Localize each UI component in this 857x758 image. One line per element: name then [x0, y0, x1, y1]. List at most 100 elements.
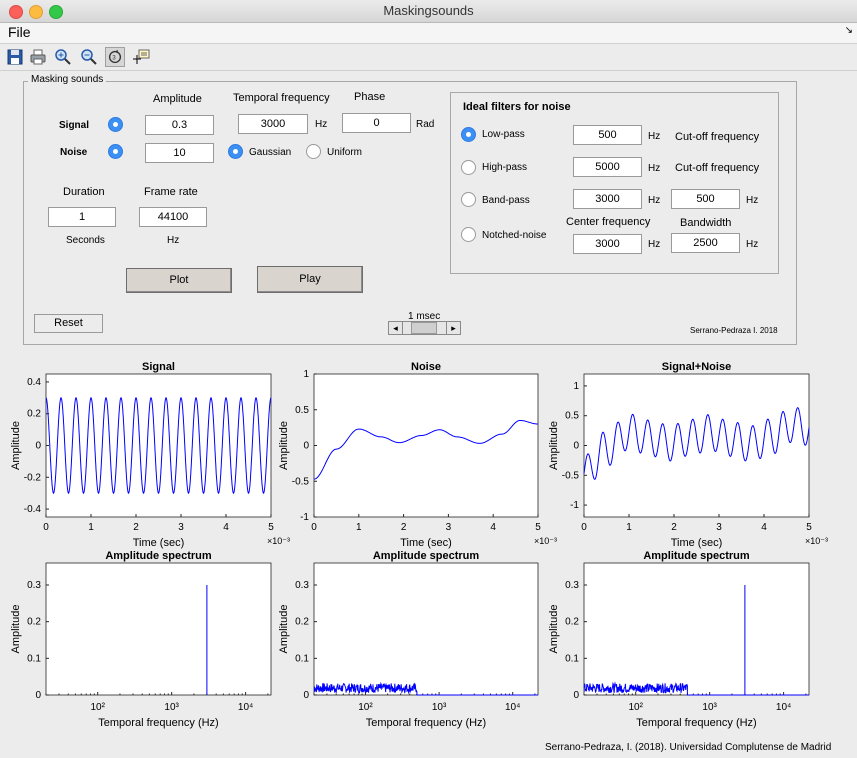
- chart-title: Amplitude spectrum: [105, 550, 212, 562]
- rotate-3d-icon[interactable]: 3: [105, 47, 125, 67]
- band-pass-bandwidth-field[interactable]: 500: [671, 189, 740, 209]
- y-tick-label: -0.4: [24, 504, 42, 515]
- y-tick-label: 1: [573, 381, 579, 392]
- chart-axes-box: [313, 562, 539, 696]
- low-pass-desc: Cut-off frequency: [675, 131, 760, 143]
- frame-rate-field[interactable]: 44100: [139, 207, 207, 227]
- chart-title: Signal: [142, 361, 175, 373]
- noise-amplitude-field[interactable]: 10: [145, 143, 214, 163]
- svg-text:3: 3: [112, 55, 116, 62]
- slider-left-arrow[interactable]: ◂: [389, 322, 403, 334]
- y-axis-label: Amplitude: [10, 421, 22, 470]
- slider-right-arrow[interactable]: ▸: [446, 322, 460, 334]
- duration-unit: Seconds: [66, 235, 105, 246]
- slider-thumb[interactable]: [411, 322, 437, 334]
- low-pass-unit: Hz: [648, 131, 661, 142]
- x-tick-label: 10³: [164, 702, 179, 713]
- window-title: Maskingsounds: [383, 3, 474, 18]
- x-tick-label: 5: [535, 522, 541, 533]
- signal-frequency-field[interactable]: 3000: [238, 114, 308, 134]
- duration-field[interactable]: 1: [48, 207, 116, 227]
- y-tick-label: 0.1: [27, 653, 41, 664]
- x-tick-label: 0: [581, 522, 587, 533]
- notched-noise-radio[interactable]: [461, 227, 476, 242]
- y-tick-label: -1: [570, 500, 579, 511]
- toolbar-toggle-icon[interactable]: ↘: [845, 25, 853, 36]
- signal-frequency-unit: Hz: [315, 119, 328, 130]
- x-tick-label: 5: [806, 522, 812, 533]
- x-tick-label: 4: [761, 522, 767, 533]
- signal-phase-field[interactable]: 0: [342, 113, 411, 133]
- y-tick-label: -0.5: [292, 476, 310, 487]
- low-pass-cutoff-field[interactable]: 500: [573, 125, 642, 145]
- high-pass-label: High-pass: [482, 162, 528, 173]
- low-pass-radio[interactable]: [461, 127, 476, 142]
- band-pass-radio[interactable]: [461, 192, 476, 207]
- band-pass-bandwidth-unit: Hz: [746, 195, 759, 206]
- gaussian-radio[interactable]: [228, 144, 243, 159]
- zoom-out-icon[interactable]: [79, 47, 99, 67]
- save-icon[interactable]: [5, 47, 25, 67]
- uniform-label: Uniform: [327, 147, 363, 158]
- center-frequency-label: Center frequency: [566, 216, 651, 228]
- y-tick-label: -1: [300, 512, 309, 523]
- chart-3: Signal+Noise Time (sec) Amplitude 0 1 2 3 4 5 ×10…: [548, 361, 828, 549]
- panel-title: Masking sounds: [28, 74, 107, 85]
- high-pass-desc: Cut-off frequency: [675, 162, 760, 174]
- play-button[interactable]: Play: [257, 266, 363, 293]
- x-tick-label: 10²: [90, 702, 105, 713]
- low-pass-label: Low-pass: [482, 129, 525, 140]
- y-tick-label: 0.2: [565, 617, 579, 628]
- chart-1: Signal Time (sec) Amplitude 0 1 2 3 4 5 ×10⁻³ -0.4…: [10, 361, 290, 549]
- x-tick-label: 3: [178, 522, 184, 533]
- notched-center-field[interactable]: 3000: [573, 234, 642, 254]
- frame-rate-unit: Hz: [167, 235, 180, 246]
- y-tick-label: 0.3: [27, 580, 41, 591]
- x-tick-label: 2: [401, 522, 407, 533]
- y-axis-label: Amplitude: [548, 605, 560, 654]
- x-axis-label: Time (sec): [133, 537, 185, 549]
- x-tick-label: 10⁴: [238, 702, 253, 713]
- notched-noise-label: Notched-noise: [482, 230, 547, 241]
- y-axis-label: Amplitude: [278, 421, 290, 470]
- y-tick-label: 0.2: [27, 409, 41, 420]
- noise-radio[interactable]: [108, 144, 123, 159]
- uniform-radio[interactable]: [306, 144, 321, 159]
- y-axis-label: Amplitude: [278, 605, 290, 654]
- duration-label: Duration: [63, 186, 105, 198]
- y-tick-label: 0: [35, 690, 41, 701]
- signal-amplitude-field[interactable]: 0.3: [145, 115, 214, 135]
- high-pass-radio[interactable]: [461, 160, 476, 175]
- x-multiplier-label: ×10⁻³: [534, 536, 557, 546]
- band-pass-center-field[interactable]: 3000: [573, 189, 642, 209]
- title-bar: Maskingsounds: [0, 0, 857, 23]
- chart-2: Noise Time (sec) Amplitude 0 1 2 3 4 5 ×10⁻³ -1 -0.…: [278, 361, 557, 549]
- y-tick-label: 0.4: [27, 377, 41, 388]
- x-tick-label: 5: [268, 522, 274, 533]
- y-tick-label: -0.2: [24, 472, 42, 483]
- x-tick-label: 1: [626, 522, 632, 533]
- x-tick-label: 10³: [432, 702, 447, 713]
- chart-5: Amplitude spectrum Temporal frequency (Hz…: [278, 550, 539, 729]
- y-axis-label: Amplitude: [10, 605, 22, 654]
- x-tick-label: 4: [223, 522, 229, 533]
- x-tick-label: 1: [88, 522, 94, 533]
- y-tick-label: 0.2: [27, 617, 41, 628]
- x-tick-label: 3: [446, 522, 452, 533]
- y-tick-label: 0: [573, 690, 579, 701]
- x-tick-label: 0: [311, 522, 317, 533]
- high-pass-cutoff-field[interactable]: 5000: [573, 157, 642, 177]
- chart-title: Amplitude spectrum: [643, 550, 750, 562]
- data-cursor-icon[interactable]: [131, 47, 151, 67]
- x-axis-label: Temporal frequency (Hz): [98, 717, 218, 729]
- duration-slider[interactable]: ◂ ▸: [388, 321, 461, 335]
- menu-file[interactable]: File: [8, 24, 31, 40]
- print-icon[interactable]: [28, 47, 48, 67]
- notched-bandwidth-field[interactable]: 2500: [671, 233, 740, 253]
- x-multiplier-label: ×10⁻³: [805, 536, 828, 546]
- signal-radio[interactable]: [108, 117, 123, 132]
- zoom-in-icon[interactable]: [53, 47, 73, 67]
- reset-button[interactable]: Reset: [34, 314, 103, 333]
- y-tick-label: 0: [35, 441, 41, 452]
- plot-button[interactable]: Plot: [126, 268, 232, 293]
